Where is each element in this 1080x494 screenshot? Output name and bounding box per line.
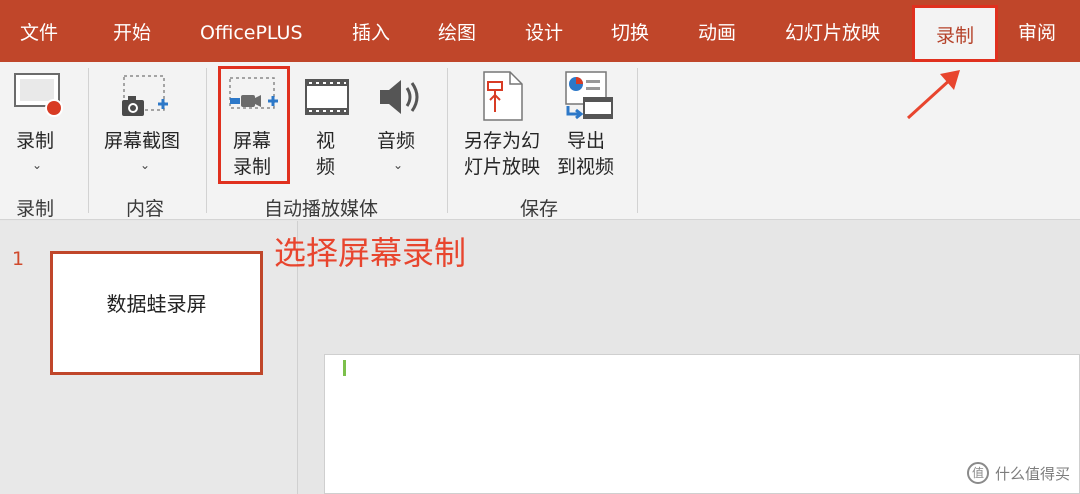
slide-thumbnail[interactable]: 数据蛙录屏 <box>50 251 263 375</box>
group-divider <box>637 68 638 213</box>
group-label-record: 录制 <box>16 198 55 220</box>
save-as-slideshow-line2[interactable]: 灯片放映 <box>464 154 540 180</box>
screen-recording-highlight <box>218 66 290 184</box>
tab-transitions[interactable]: 切换 <box>611 0 649 62</box>
chevron-down-icon[interactable]: ⌄ <box>140 158 150 172</box>
tab-recording[interactable]: 录制 <box>912 5 998 62</box>
group-label-save: 保存 <box>520 198 559 220</box>
group-divider <box>88 68 89 213</box>
screenshot-button[interactable]: 屏幕截图 <box>104 128 180 154</box>
slide-thumbnail-text: 数据蛙录屏 <box>106 292 207 316</box>
tab-officeplus[interactable]: OfficePLUS <box>200 0 303 62</box>
powerpoint-window: 文件 开始 OfficePLUS 插入 绘图 设计 切换 动画 幻灯片放映 录制… <box>0 0 1080 494</box>
tab-slideshow[interactable]: 幻灯片放映 <box>785 0 880 62</box>
tab-insert[interactable]: 插入 <box>352 0 390 62</box>
tab-file[interactable]: 文件 <box>20 0 58 62</box>
tab-home[interactable]: 开始 <box>113 0 151 62</box>
save-as-slideshow-icon <box>478 70 526 126</box>
export-to-video-line2[interactable]: 到视频 <box>557 154 614 180</box>
video-icon <box>305 78 349 122</box>
group-label-media: 自动播放媒体 <box>264 198 379 220</box>
annotation-arrow-icon <box>900 66 970 126</box>
group-divider <box>447 68 448 213</box>
chevron-down-icon[interactable]: ⌄ <box>32 158 42 172</box>
tab-draw[interactable]: 绘图 <box>438 0 476 62</box>
ribbon-tab-bar: 文件 开始 OfficePLUS 插入 绘图 设计 切换 动画 幻灯片放映 录制… <box>0 0 1080 62</box>
watermark: 值 什么值得买 <box>966 462 1070 484</box>
video-line2[interactable]: 频 <box>316 154 335 180</box>
speaker-icon <box>376 74 422 124</box>
slide-number: 1 <box>12 248 25 270</box>
tab-design[interactable]: 设计 <box>525 0 563 62</box>
group-divider <box>206 68 207 213</box>
annotation-text: 选择屏幕录制 <box>274 234 467 272</box>
watermark-text: 什么值得买 <box>994 464 1070 483</box>
save-as-slideshow-line1[interactable]: 另存为幻 <box>464 128 540 154</box>
record-button[interactable]: 录制 <box>16 128 54 154</box>
tab-review[interactable]: 审阅 <box>1018 0 1056 62</box>
export-to-video-line1[interactable]: 导出 <box>567 128 605 154</box>
chevron-down-icon[interactable]: ⌄ <box>393 158 403 172</box>
group-label-content: 内容 <box>126 198 165 220</box>
text-cursor <box>343 360 346 376</box>
audio-button[interactable]: 音频 <box>377 128 415 154</box>
screenshot-icon <box>120 74 172 126</box>
record-slideshow-icon <box>14 72 66 122</box>
tab-animations[interactable]: 动画 <box>698 0 736 62</box>
video-line1[interactable]: 视 <box>316 128 335 154</box>
export-to-video-icon <box>562 70 614 126</box>
watermark-logo-icon: 值 <box>966 462 989 484</box>
